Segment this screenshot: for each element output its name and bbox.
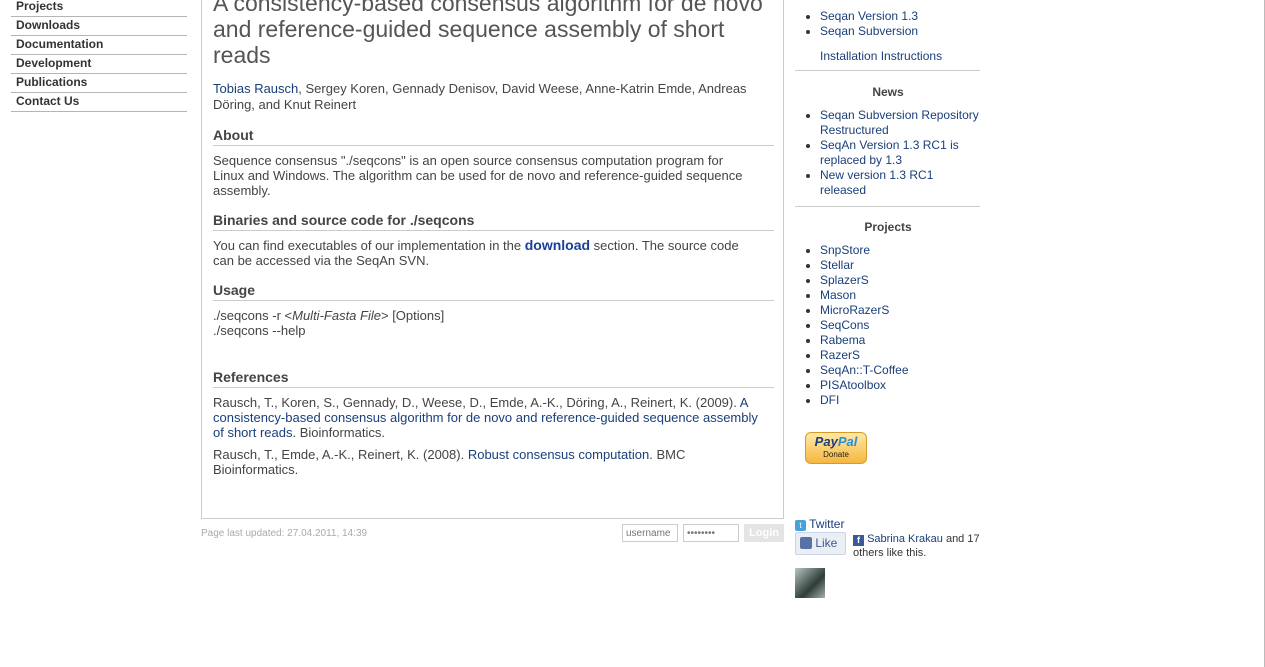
author-link-tobias-rausch[interactable]: Tobias Rausch	[213, 81, 298, 96]
project-link-razers[interactable]: RazerS	[820, 348, 860, 362]
twitter-icon: t	[795, 520, 806, 531]
reference-1-post: . Bioinformatics.	[292, 425, 385, 440]
project-link-microrazers[interactable]: MicroRazerS	[820, 303, 889, 317]
installation-instructions-link[interactable]: Installation Instructions	[820, 49, 942, 63]
paypal-donate-label: Donate	[823, 450, 849, 459]
nav-item-downloads[interactable]: Downloads	[11, 17, 187, 36]
usage-line-1: ./seqcons -r <Multi-Fasta File> [Options…	[213, 308, 753, 323]
about-text: Sequence consensus "./seqcons" is an ope…	[213, 153, 743, 198]
list-item: SeqAn::T-Coffee	[795, 363, 981, 378]
projects-heading: Projects	[864, 220, 912, 234]
list-item: MicroRazerS	[795, 303, 981, 318]
fb-user-link[interactable]: Sabrina Krakau	[867, 533, 943, 545]
nav-item-projects[interactable]: Projects	[11, 0, 187, 17]
thumbs-up-icon	[800, 537, 812, 549]
reference-2: Rausch, T., Emde, A.-K., Reinert, K. (20…	[213, 447, 768, 477]
about-heading: About	[213, 127, 774, 146]
usage-block: ./seqcons -r <Multi-Fasta File> [Options…	[213, 308, 753, 338]
list-item: DFI	[795, 393, 981, 408]
list-item: Seqan Version 1.3	[795, 9, 981, 24]
list-item: Rabema	[795, 333, 981, 348]
news-link-3[interactable]: New version 1.3 RC1 released	[820, 168, 933, 197]
like-label: Like	[815, 536, 838, 550]
list-item: SnpStore	[795, 243, 981, 258]
nav-item-publications[interactable]: Publications	[11, 74, 187, 93]
usage-line-1-pre: ./seqcons -r <	[213, 308, 293, 323]
nav-item-contact-us[interactable]: Contact Us	[11, 93, 187, 112]
divider	[795, 70, 980, 71]
list-item: Mason	[795, 288, 981, 303]
binaries-text-pre: You can find executables of our implemen…	[213, 238, 525, 253]
project-link-seqcons[interactable]: SeqCons	[820, 318, 869, 332]
last-updated-text: Page last updated: 27.04.2011, 14:39	[201, 528, 368, 539]
list-item: SeqAn Version 1.3 RC1 is replaced by 1.3	[795, 138, 981, 168]
reference-2-link[interactable]: Robust consensus computation	[468, 447, 649, 462]
usage-line-2: ./seqcons --help	[213, 323, 306, 338]
login-button[interactable]: Login	[744, 524, 784, 542]
facebook-icon: f	[853, 535, 864, 546]
list-item: Stellar	[795, 258, 981, 273]
twitter-link[interactable]: Twitter	[809, 517, 844, 531]
paypal-logo-pal: Pal	[837, 434, 858, 449]
list-item: Seqan Subversion	[795, 24, 981, 39]
references-heading: References	[213, 369, 774, 388]
left-nav: Projects Downloads Documentation Develop…	[11, 0, 187, 112]
project-link-seqan-tcoffee[interactable]: SeqAn::T-Coffee	[820, 363, 909, 377]
binaries-heading: Binaries and source code for ./seqcons	[213, 212, 774, 231]
project-link-splazers[interactable]: SplazerS	[820, 273, 869, 287]
project-link-pisatoolbox[interactable]: PISAtoolbox	[820, 378, 886, 392]
usage-line-1-post: > [Options]	[380, 308, 445, 323]
password-input[interactable]	[683, 524, 739, 542]
news-link-1[interactable]: Seqan Subversion Repository Restructured	[820, 108, 979, 137]
nav-item-development[interactable]: Development	[11, 55, 187, 74]
news-heading: News	[872, 85, 904, 99]
download-link[interactable]: download	[525, 237, 590, 253]
usage-line-1-arg: Multi-Fasta File	[292, 308, 381, 323]
project-link-stellar[interactable]: Stellar	[820, 258, 854, 272]
nav-item-documentation[interactable]: Documentation	[11, 36, 187, 55]
author-list: Tobias Rausch, Sergey Koren, Gennady Den…	[213, 81, 773, 113]
install-row: Installation Instructions	[795, 49, 981, 64]
project-link-dfi[interactable]: DFI	[820, 393, 839, 407]
list-item: PISAtoolbox	[795, 378, 981, 393]
seqan-version-link[interactable]: Seqan Version 1.3	[820, 9, 918, 23]
reference-1-pre: Rausch, T., Koren, S., Gennady, D., Wees…	[213, 395, 740, 410]
right-sidebar: Seqan Version 1.3 Seqan Subversion Insta…	[795, 0, 981, 408]
facebook-like-button[interactable]: Like	[795, 532, 846, 555]
list-item: RazerS	[795, 348, 981, 363]
main-content: A consistency-based consensus algorithm …	[201, 0, 784, 519]
avatar[interactable]	[795, 568, 825, 598]
project-link-snpstore[interactable]: SnpStore	[820, 243, 870, 257]
username-input[interactable]	[622, 524, 678, 542]
list-item: Seqan Subversion Repository Restructured	[795, 108, 981, 138]
list-item: SplazerS	[795, 273, 981, 288]
binaries-text: You can find executables of our implemen…	[213, 237, 753, 269]
paypal-donate-button[interactable]: PayPal Donate	[805, 432, 867, 464]
list-item: New version 1.3 RC1 released	[795, 168, 981, 198]
usage-heading: Usage	[213, 282, 774, 301]
twitter-row: t Twitter	[795, 517, 844, 531]
reference-2-pre: Rausch, T., Emde, A.-K., Reinert, K. (20…	[213, 447, 468, 462]
divider	[795, 206, 980, 207]
reference-1: Rausch, T., Koren, S., Gennady, D., Wees…	[213, 395, 768, 440]
paypal-logo-pay: Pay	[814, 434, 838, 449]
news-link-2[interactable]: SeqAn Version 1.3 RC1 is replaced by 1.3	[820, 138, 959, 167]
paypal-logo: PayPal	[806, 434, 866, 450]
project-link-rabema[interactable]: Rabema	[820, 333, 865, 347]
facebook-like-text: f Sabrina Krakau and 17 others like this…	[853, 532, 983, 560]
downloads-list: Seqan Version 1.3 Seqan Subversion	[795, 9, 981, 39]
list-item: SeqCons	[795, 318, 981, 333]
project-link-mason[interactable]: Mason	[820, 288, 856, 302]
news-list: Seqan Subversion Repository Restructured…	[795, 108, 981, 198]
seqan-subversion-link[interactable]: Seqan Subversion	[820, 24, 918, 38]
projects-list: SnpStore Stellar SplazerS Mason MicroRaz…	[795, 243, 981, 408]
page-title: A consistency-based consensus algorithm …	[213, 0, 763, 68]
